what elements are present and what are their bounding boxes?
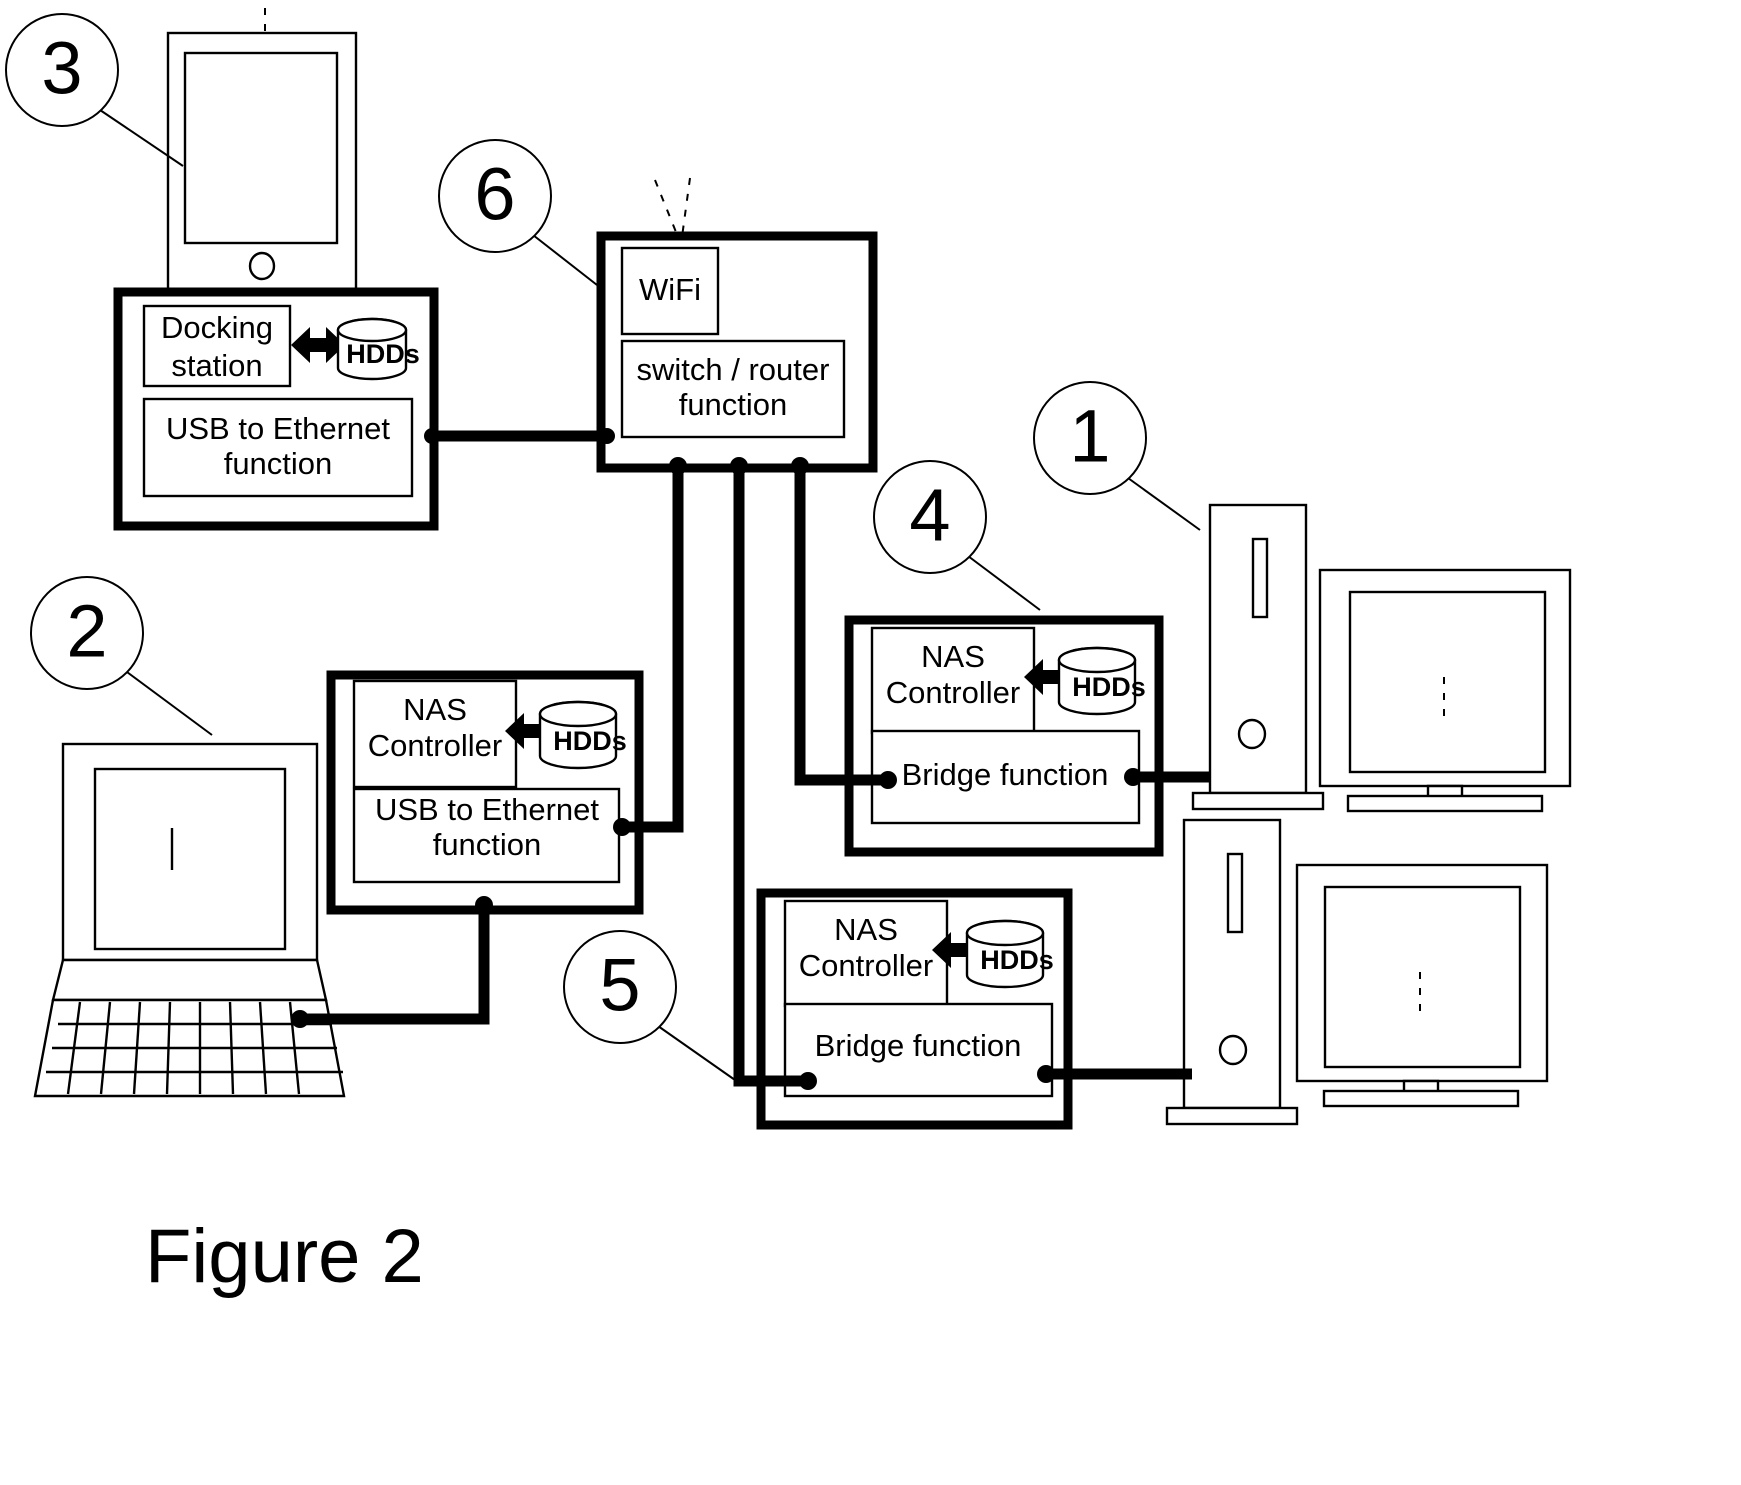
callout-2-label: 2 [66,590,107,673]
nas-controller-label-line1: NAS [834,912,898,947]
callout-4-label: 4 [909,474,950,557]
figure-2-diagram: Docking station HDDs USB to Ethernet fun… [0,0,1741,1485]
callout-2: 2 [30,576,213,736]
usb-ethernet-label-line1: USB to Ethernet [375,792,599,827]
callout-3: 3 [5,13,184,167]
usb-ethernet-label-line2: function [433,827,542,862]
hdds-cylinder-icon: HDDs [336,317,420,381]
nas-usb-ethernet-unit: NAS Controller HDDs USB to Ethernet func… [326,670,644,915]
callout-4: 4 [873,460,1041,611]
docking-station-unit: Docking station HDDs USB to Ethernet fun… [113,287,439,531]
figure-caption: Figure 2 [145,1214,424,1299]
hdds-cylinder-icon: HDDs [965,919,1054,989]
nas-controller-label-line2: Controller [368,728,502,763]
docking-station-label-line2: station [171,348,262,383]
hdds-cylinder-icon: HDDs [538,700,627,770]
nas-bridge-upper-unit: NAS Controller HDDs Bridge function [844,615,1164,857]
docking-station-label-line1: Docking [161,310,273,345]
callout-6-label: 6 [474,153,515,236]
nas-controller-label-line1: NAS [403,692,467,727]
wifi-label: WiFi [639,272,701,307]
laptop-device [33,742,346,1098]
callout-1-label: 1 [1069,395,1110,478]
nas-controller-label-line1: NAS [921,639,985,674]
usb-ethernet-label-line2: function [224,446,333,481]
callout-5: 5 [563,930,736,1081]
nas-bridge-lower-unit: NAS Controller HDDs Bridge function [756,888,1073,1130]
tablet-device [166,8,358,297]
bridge-function-label: Bridge function [815,1028,1022,1063]
nas-controller-label-line2: Controller [886,675,1020,710]
desktop-computer-lower [1165,818,1549,1126]
usb-ethernet-label-line1: USB to Ethernet [166,411,390,446]
switch-router-label-line1: switch / router [637,352,830,387]
hdds-label: HDDs [980,945,1054,975]
callout-1: 1 [1033,381,1201,531]
switch-router-label-line2: function [679,387,788,422]
wifi-switch-router-unit: WiFi switch / router function [596,177,878,473]
callout-6: 6 [438,139,598,286]
nas-controller-label-line2: Controller [799,948,933,983]
bridge-function-label: Bridge function [902,757,1109,792]
hdds-label: HDDs [1072,672,1146,702]
hdds-cylinder-icon: HDDs [1057,646,1146,716]
cable-router-to-nas-usb [622,466,684,833]
hdds-label: HDDs [346,339,420,369]
callout-3-label: 3 [41,27,82,110]
desktop-computer-upper [1191,503,1572,813]
cable-nas-usb-to-laptop [300,905,490,1025]
callout-5-label: 5 [599,944,640,1027]
hdds-label: HDDs [553,726,627,756]
